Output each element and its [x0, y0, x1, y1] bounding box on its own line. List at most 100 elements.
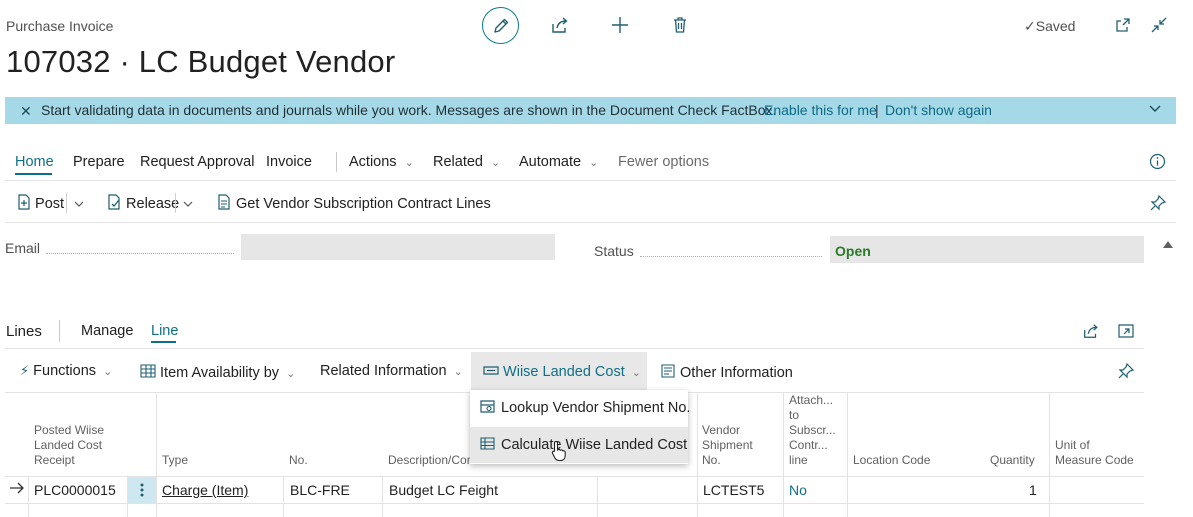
- close-icon[interactable]: ✕: [20, 103, 32, 120]
- lookup-vendor-shipment-item[interactable]: Lookup Vendor Shipment No.: [470, 390, 691, 426]
- collapse-icon[interactable]: [1147, 13, 1171, 37]
- saved-status: ✓Saved: [1024, 18, 1075, 35]
- item-availability-menu[interactable]: Item Availability by ⌄: [140, 363, 295, 383]
- column-header-vendor-shipment[interactable]: Vendor Shipment No.: [702, 423, 753, 468]
- open-new-window-icon[interactable]: [1111, 13, 1135, 37]
- chevron-down-icon: ⌄: [103, 366, 113, 378]
- chevron-down-icon: ⌄: [631, 367, 641, 379]
- cell-posted-receipt[interactable]: PLC0000015: [34, 482, 116, 498]
- wiise-landed-cost-menu[interactable]: Wiise Landed Cost ⌄: [483, 363, 641, 381]
- pin-icon[interactable]: [1149, 194, 1167, 217]
- info-icon[interactable]: [1149, 153, 1166, 175]
- post-button[interactable]: Post: [17, 194, 64, 214]
- column-divider: [783, 392, 784, 517]
- leader-dots: [46, 253, 234, 254]
- email-field[interactable]: [241, 234, 555, 260]
- checkmark-icon: ✓: [1024, 18, 1036, 34]
- pin-icon[interactable]: [1117, 362, 1135, 385]
- item-availability-label: Item Availability by: [160, 365, 280, 381]
- active-tab-indicator: [151, 341, 176, 343]
- divider: [5, 348, 1144, 349]
- menu-actions[interactable]: Actions ⌄: [349, 154, 414, 170]
- split-divider: [66, 193, 67, 213]
- header-line: Receipt: [34, 453, 75, 467]
- row-divider: [5, 476, 1144, 477]
- lines-title: Lines: [6, 323, 42, 340]
- hand-cursor-icon: [551, 440, 567, 467]
- get-vendor-subscription-lines-button[interactable]: Get Vendor Subscription Contract Lines: [217, 194, 491, 214]
- menu-related-label: Related: [433, 154, 483, 170]
- fewer-options-button[interactable]: Fewer options: [618, 154, 709, 170]
- page-title: 107032 · LC Budget Vendor: [6, 44, 396, 79]
- tab-invoice[interactable]: Invoice: [266, 154, 312, 170]
- column-divider: [382, 476, 383, 517]
- calculate-landed-cost-item[interactable]: Calculate Wiise Landed Cost: [470, 427, 688, 463]
- related-information-menu[interactable]: Related Information ⌄: [320, 363, 463, 379]
- related-information-label: Related Information: [320, 363, 447, 379]
- dont-show-again-link[interactable]: Don't show again: [885, 102, 992, 118]
- add-icon[interactable]: [608, 13, 632, 37]
- column-divider: [597, 476, 598, 517]
- menu-automate[interactable]: Automate ⌄: [519, 154, 598, 170]
- header-line: Landed Cost: [34, 438, 103, 452]
- release-button[interactable]: Release: [107, 194, 179, 214]
- column-header-posted-receipt[interactable]: Posted Wiise Landed Cost Receipt: [34, 423, 104, 468]
- column-header-attach[interactable]: Attach... to Subscr... Contr... line: [789, 393, 836, 468]
- document-info-icon: [660, 363, 676, 383]
- column-header-quantity[interactable]: Quantity: [990, 453, 1035, 468]
- cell-attach[interactable]: No: [789, 482, 807, 498]
- status-label: Status: [594, 243, 634, 259]
- other-information-menu[interactable]: Other Information: [660, 363, 793, 383]
- header-line: Measure Code: [1055, 453, 1134, 467]
- cell-description[interactable]: Budget LC Feight: [389, 482, 498, 498]
- enable-link[interactable]: Enable this for me: [764, 102, 877, 118]
- share-icon[interactable]: [1082, 322, 1100, 345]
- tab-line[interactable]: Line: [151, 323, 178, 339]
- divider: [5, 180, 1176, 181]
- header-line: Vendor: [702, 423, 741, 437]
- tab-prepare[interactable]: Prepare: [73, 154, 125, 170]
- tab-manage[interactable]: Manage: [81, 323, 133, 339]
- lookup-label: Lookup Vendor Shipment No.: [501, 400, 691, 416]
- header-line: Shipment: [702, 438, 753, 452]
- column-divider: [28, 476, 29, 517]
- expand-icon[interactable]: [1117, 322, 1135, 345]
- wiise-landed-cost-label: Wiise Landed Cost: [503, 364, 625, 380]
- chevron-down-icon[interactable]: [1148, 101, 1162, 120]
- column-header-location[interactable]: Location Code: [853, 453, 930, 468]
- column-divider: [847, 392, 848, 517]
- more-options-icon[interactable]: [140, 483, 144, 502]
- divider: [5, 222, 1176, 223]
- tab-home[interactable]: Home: [15, 154, 54, 170]
- menu-related[interactable]: Related ⌄: [433, 154, 500, 170]
- edit-icon: [493, 18, 508, 33]
- leader-dots: [640, 256, 822, 257]
- edit-button[interactable]: [482, 7, 519, 44]
- cell-type[interactable]: Charge (Item): [162, 482, 248, 498]
- header-line: to: [789, 408, 800, 422]
- scroll-up-arrow-icon[interactable]: [1162, 236, 1174, 254]
- cell-vendor-shipment[interactable]: LCTEST5: [703, 482, 764, 498]
- calculate-icon: [480, 436, 495, 455]
- tab-request-approval[interactable]: Request Approval: [140, 154, 254, 170]
- column-header-uom[interactable]: Unit of Measure Code: [1055, 438, 1134, 468]
- functions-menu[interactable]: ⚡ Functions ⌄: [20, 363, 112, 379]
- delete-icon[interactable]: [668, 13, 692, 37]
- grid-icon: [140, 363, 156, 383]
- share-icon[interactable]: [548, 13, 572, 37]
- column-divider: [1049, 392, 1050, 517]
- header-line: line: [789, 453, 808, 467]
- release-dropdown-chevron-icon[interactable]: [182, 197, 194, 215]
- post-dropdown-chevron-icon[interactable]: [73, 197, 85, 215]
- header-line: Unit of: [1055, 438, 1090, 452]
- email-label: Email: [5, 240, 41, 256]
- cell-quantity[interactable]: 1: [1029, 482, 1037, 498]
- chevron-down-icon: ⌄: [453, 366, 463, 378]
- column-header-no[interactable]: No.: [289, 453, 308, 468]
- column-divider: [283, 476, 284, 517]
- chevron-down-icon: ⌄: [491, 157, 501, 169]
- column-header-type[interactable]: Type: [162, 453, 188, 468]
- cell-no[interactable]: BLC-FRE: [290, 482, 350, 498]
- release-label: Release: [126, 196, 180, 212]
- functions-label: Functions: [33, 363, 97, 379]
